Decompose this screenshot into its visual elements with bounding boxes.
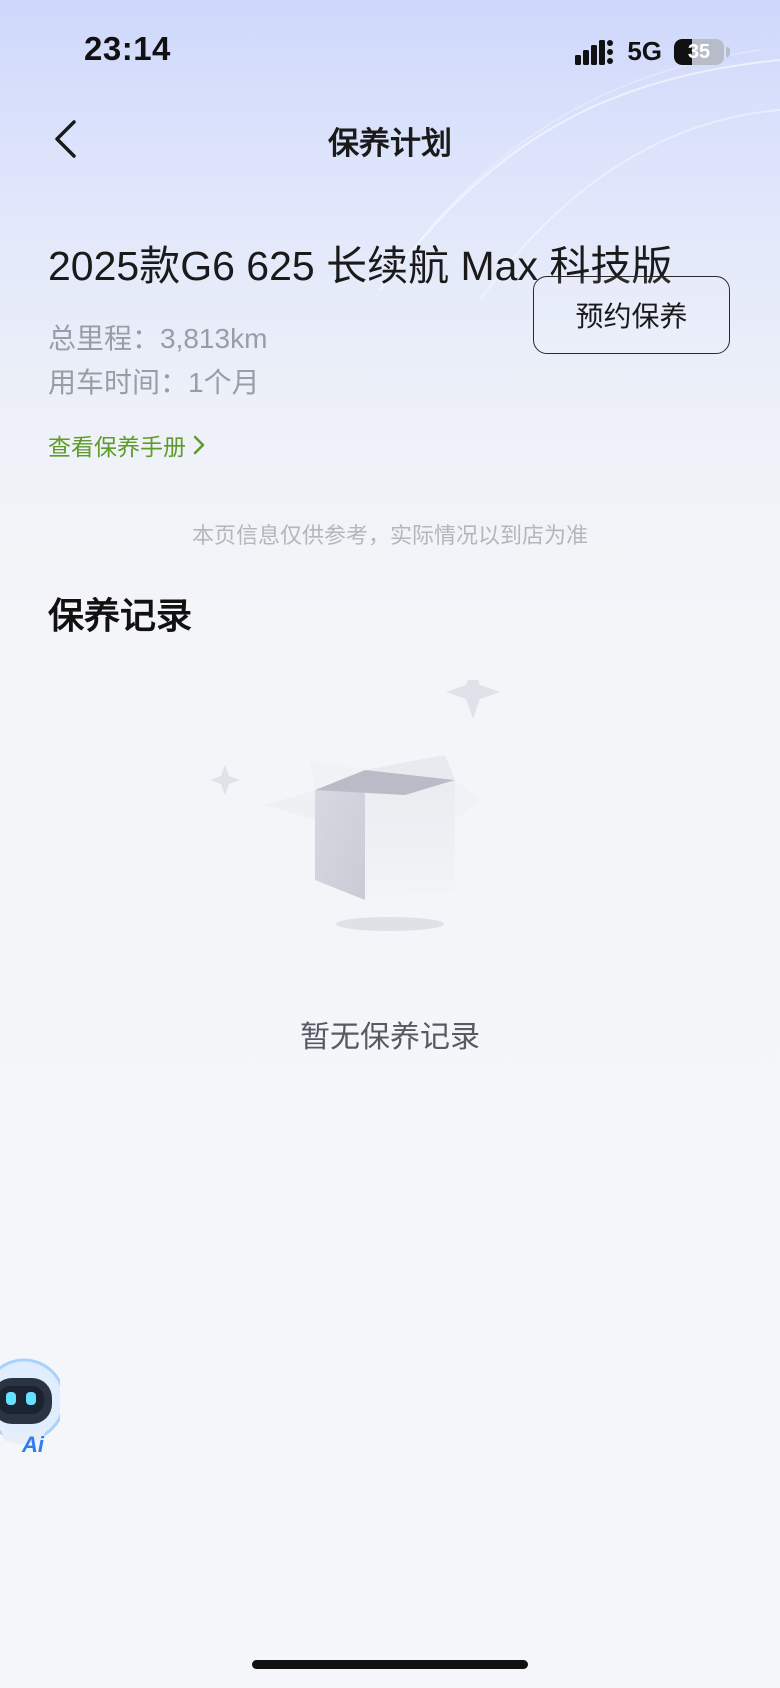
home-indicator[interactable]: [252, 1660, 528, 1669]
page-title: 保养计划: [328, 126, 452, 161]
empty-records-text: 暂无保养记录: [300, 1021, 480, 1054]
status-bar: 23:14 5G 35: [0, 0, 780, 100]
status-time: 23:14: [84, 30, 171, 67]
empty-box-icon: [200, 680, 580, 950]
status-indicators: 5G 35: [575, 36, 730, 67]
usage-time: 用车时间：1个月: [48, 367, 260, 398]
signal-bars-icon: [575, 39, 614, 65]
battery-indicator: 35: [674, 38, 724, 65]
view-manual-label: 查看保养手册: [48, 434, 186, 460]
nav-bar: 保养计划: [0, 100, 780, 180]
records-section-title: 保养记录: [48, 595, 193, 636]
ai-label: Ai: [22, 1432, 44, 1457]
battery-cap: [726, 46, 730, 57]
ai-assistant-button[interactable]: Ai: [0, 1348, 66, 1458]
chevron-right-icon: [193, 435, 205, 455]
view-manual-link[interactable]: 查看保养手册: [48, 428, 206, 462]
network-type: 5G: [627, 36, 662, 66]
disclaimer: 本页信息仅供参考，实际情况以到店为准: [191, 523, 588, 548]
book-maintenance-button[interactable]: 预约保养: [533, 276, 730, 354]
total-mileage: 总里程：3,813km: [48, 323, 268, 354]
battery-percentage: 35: [687, 40, 711, 63]
